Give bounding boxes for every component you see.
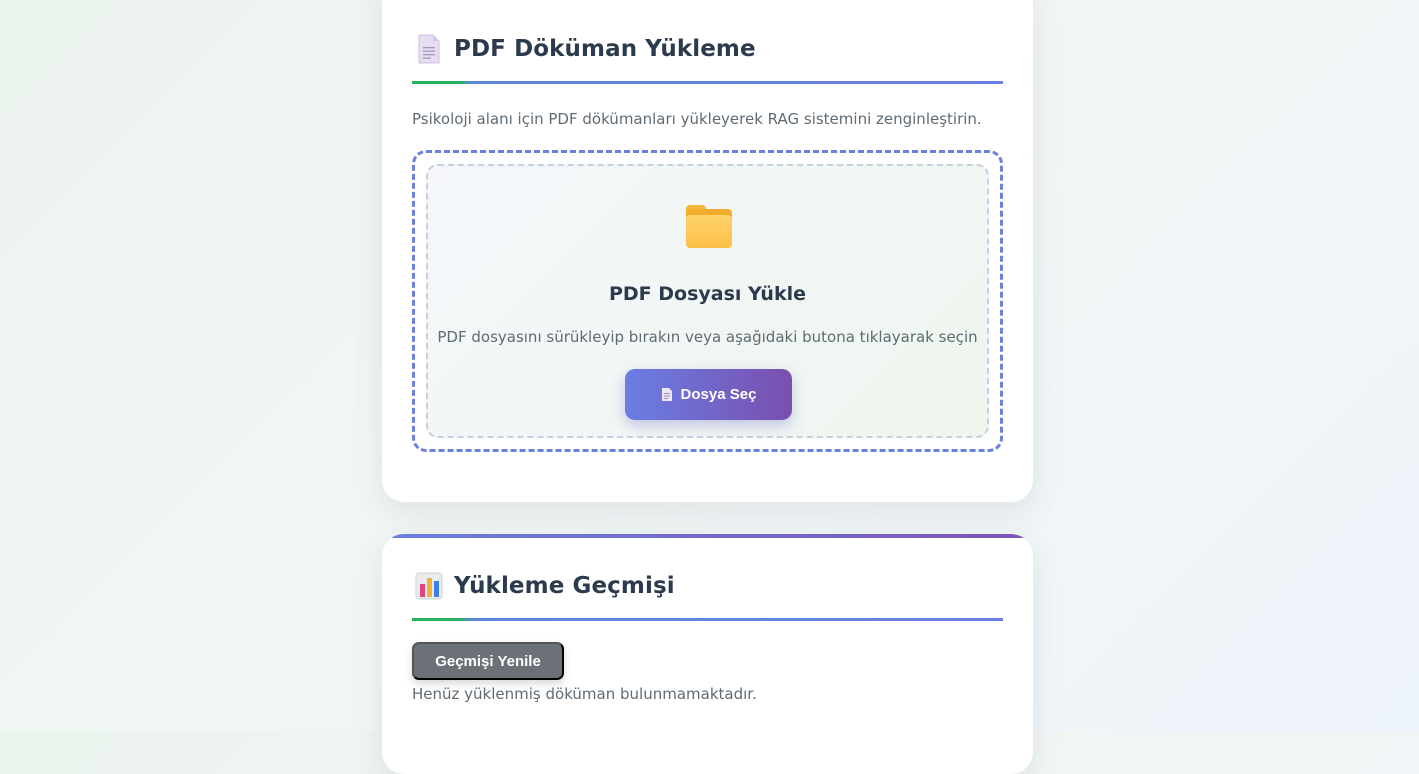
upload-card-header: PDF Döküman Yükleme xyxy=(412,33,756,65)
choose-file-label: Dosya Seç xyxy=(680,386,757,403)
refresh-history-button[interactable]: Geçmişi Yenile xyxy=(412,642,564,680)
card-accent-bar xyxy=(382,534,1033,538)
upload-card-title: PDF Döküman Yükleme xyxy=(454,36,756,62)
upload-description: Psikoloji alanı için PDF dökümanları yük… xyxy=(412,110,982,128)
dropzone-title: PDF Dosyası Yükle xyxy=(608,283,806,305)
document-icon xyxy=(412,33,446,65)
pdf-upload-card: PDF Döküman Yükleme Psikoloji alanı için… xyxy=(382,0,1033,502)
choose-file-button[interactable]: Dosya Seç xyxy=(625,369,792,420)
document-icon xyxy=(661,387,673,402)
dropzone-instruction: PDF dosyasını sürükleyip bırakın veya aş… xyxy=(437,328,978,346)
title-divider xyxy=(412,81,1003,84)
title-divider xyxy=(412,618,1003,621)
pdf-dropzone[interactable]: PDF Dosyası Yükle PDF dosyasını sürükley… xyxy=(412,150,1003,452)
history-empty-message: Henüz yüklenmiş döküman bulunmamaktadır. xyxy=(412,685,757,703)
dropzone-inner: PDF Dosyası Yükle PDF dosyasını sürükley… xyxy=(426,164,989,438)
bar-chart-icon xyxy=(412,570,446,602)
folder-icon xyxy=(684,203,734,249)
history-card-header: Yükleme Geçmişi xyxy=(412,570,675,602)
upload-history-card: Yükleme Geçmişi Geçmişi Yenile Henüz yük… xyxy=(382,534,1033,774)
history-card-title: Yükleme Geçmişi xyxy=(454,573,675,599)
